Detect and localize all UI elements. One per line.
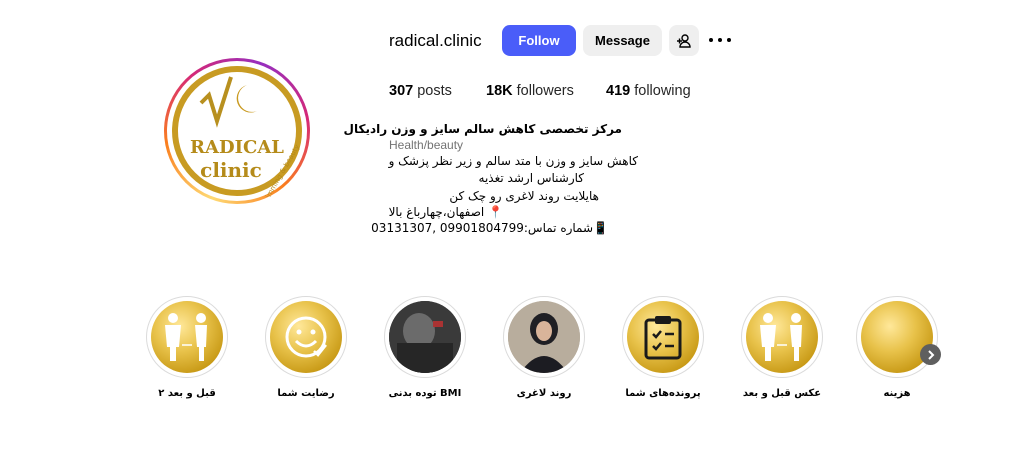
highlight-label: رضایت شما: [277, 388, 335, 399]
username: radical.clinic: [389, 31, 482, 50]
highlight-label: پرونده‌های شما: [625, 388, 701, 399]
bio-full-name: مرکز تخصصی کاهش سالم سایز و وزن رادیکال: [343, 122, 622, 136]
highlight-item[interactable]: قبل و بعد ۲: [144, 296, 230, 399]
smile-face-icon: [285, 316, 327, 358]
highlight-item[interactable]: توده بدنی BMI: [382, 296, 468, 399]
clipboard-check-icon: [644, 316, 682, 360]
photo-thumbnail: [389, 301, 461, 373]
chevron-right-icon: [927, 349, 934, 360]
radical-clinic-logo: RADICAL clinic slimming & beauty: [172, 66, 302, 197]
highlight-item[interactable]: رضایت شما: [263, 296, 349, 399]
highlight-item[interactable]: پرونده‌های شما: [620, 296, 706, 399]
highlight-item[interactable]: عکس قبل و بعد: [739, 296, 825, 399]
bio-category: Health/beauty: [389, 138, 464, 152]
follow-button[interactable]: Follow: [502, 25, 576, 56]
gold-circle: [861, 301, 933, 373]
bio-location: 📍 اصفهان،چهارباغ بالا: [388, 205, 503, 219]
following-link[interactable]: 419 following: [606, 83, 691, 99]
bio-line: کارشناس ارشد تغذیه: [478, 171, 584, 185]
before-after-figures-icon: [165, 313, 207, 361]
portrait-thumbnail: [508, 301, 580, 373]
bio-line: هایلایت روند لاغری رو چک کن: [449, 189, 599, 203]
svg-text:clinic: clinic: [200, 158, 262, 182]
posts-count: 307 posts: [389, 83, 452, 99]
avatar-image: RADICAL clinic slimming & beauty: [167, 61, 307, 201]
highlight-label: توده بدنی BMI: [388, 388, 462, 399]
bio-line: کاهش سایز و وزن با متد سالم و زیر نظر پز…: [388, 154, 638, 168]
highlight-label: هزینه: [883, 388, 911, 399]
highlight-item[interactable]: روند لاغری: [501, 296, 587, 399]
highlight-label: عکس قبل و بعد: [742, 388, 822, 399]
before-after-figures-icon: [760, 313, 802, 361]
suggested-users-button[interactable]: [669, 25, 699, 56]
bio-phone: 📱شماره تماس:09901804799 ,03131307: [371, 221, 608, 235]
add-user-icon: [677, 33, 691, 48]
profile-avatar[interactable]: RADICAL clinic slimming & beauty: [164, 58, 310, 204]
highlight-label: روند لاغری: [516, 388, 572, 399]
highlights-next-button[interactable]: [920, 344, 941, 365]
more-options-icon[interactable]: [709, 30, 731, 50]
svg-text:RADICAL: RADICAL: [190, 137, 284, 158]
highlight-label: قبل و بعد ۲: [158, 388, 216, 399]
message-button[interactable]: Message: [583, 25, 662, 56]
followers-link[interactable]: 18K followers: [486, 83, 574, 99]
